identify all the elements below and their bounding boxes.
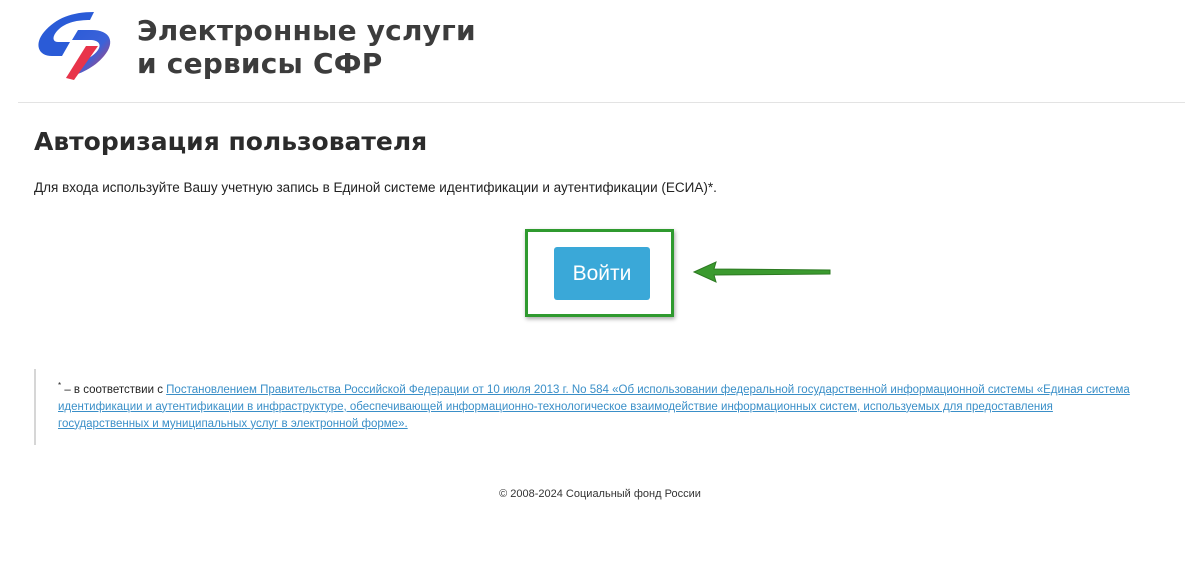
- brand-line-2: и сервисы СФР: [137, 47, 383, 80]
- login-button[interactable]: Войти: [554, 247, 650, 300]
- left-arrow-icon: [692, 261, 831, 283]
- brand-title: Электронные услуги и сервисы СФР: [137, 14, 476, 80]
- site-header: Электронные услуги и сервисы СФР: [18, 0, 1185, 103]
- intro-text: Для входа используйте Вашу учетную запис…: [34, 180, 717, 195]
- sfr-logo-icon[interactable]: [32, 8, 118, 84]
- copyright: © 2008-2024 Социальный фонд России: [499, 488, 701, 500]
- brand-line-1: Электронные услуги: [137, 14, 476, 47]
- page-title: Авторизация пользователя: [34, 127, 428, 156]
- resolution-link[interactable]: Постановлением Правительства Российской …: [58, 384, 1130, 430]
- footnote-prefix: – в соответствии с: [61, 383, 167, 396]
- footnote: * – в соответствии с Постановлением Прав…: [34, 369, 1144, 445]
